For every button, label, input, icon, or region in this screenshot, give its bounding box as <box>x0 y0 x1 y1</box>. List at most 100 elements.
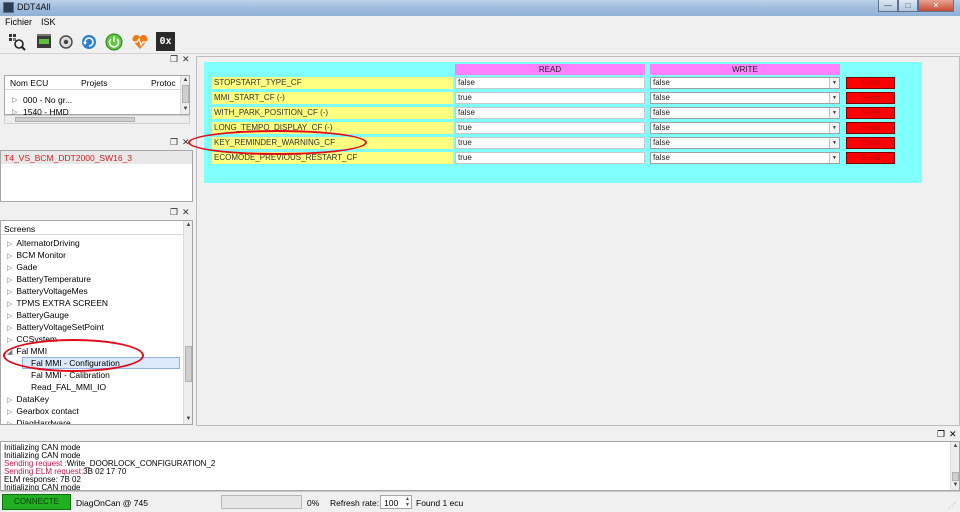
scroll-thumb[interactable] <box>182 85 189 103</box>
heartbeat-button[interactable] <box>130 32 149 51</box>
chevron-down-icon[interactable]: ▼ <box>829 138 839 148</box>
expand-icon[interactable]: ▷ <box>7 421 12 424</box>
tree-item[interactable]: ▷ Gearbox contact <box>7 406 79 418</box>
send-button[interactable]: Send <box>846 122 895 134</box>
ecu-row[interactable]: ▷ 000 - No gr... <box>5 95 189 107</box>
scroll-up-icon[interactable]: ▲ <box>184 221 192 230</box>
tree-item[interactable]: ▷ Gade <box>7 262 37 274</box>
tree-item[interactable]: ▷ TPMS EXTRA SCREEN <box>7 298 108 310</box>
tree-item-label: BatteryVoltageMes <box>16 286 88 296</box>
float-icon[interactable]: ❐ <box>937 429 945 440</box>
menu-fichier[interactable]: Fichier <box>5 17 32 27</box>
refresh-rate-spinbox[interactable]: 100 ▲ ▼ <box>380 495 412 509</box>
expand-icon[interactable]: ▷ <box>7 313 12 320</box>
tree-item[interactable]: ▷ DiagHardware <box>7 418 71 424</box>
write-select[interactable]: false ▼ <box>650 137 840 149</box>
close-icon[interactable]: ✕ <box>182 54 190 65</box>
tree-item[interactable]: ▷ BatteryVoltageSetPoint <box>7 322 104 334</box>
project-list: T4_VS_BCM_DDT2000_SW16_3 <box>0 150 193 202</box>
write-select[interactable]: false ▼ <box>650 152 840 164</box>
ecu-scrollbar[interactable]: ▲ ▼ <box>180 76 189 114</box>
chevron-down-icon[interactable]: ▼ <box>829 123 839 133</box>
close-icon[interactable]: ✕ <box>949 429 957 440</box>
expand-icon[interactable]: ▷ <box>7 397 12 404</box>
tree-item[interactable]: ▷ BatteryTemperature <box>7 274 91 286</box>
tree-item[interactable]: ▷ CCSystem <box>7 334 57 346</box>
write-select[interactable]: false ▼ <box>650 122 840 134</box>
write-select[interactable]: false ▼ <box>650 107 840 119</box>
float-icon[interactable]: ❐ <box>170 207 178 218</box>
write-select[interactable]: false ▼ <box>650 92 840 104</box>
expand-icon[interactable]: ▷ <box>7 301 12 308</box>
col-projets[interactable]: Projets <box>81 78 107 88</box>
resize-grip-icon[interactable]: ⋰ <box>948 501 956 510</box>
read-value: true <box>455 137 645 149</box>
tree-item[interactable]: Fal MMI - Configuration <box>31 358 120 370</box>
send-button[interactable]: Send <box>846 137 895 149</box>
expand-icon[interactable]: ▷ <box>12 108 17 115</box>
diagnostic-button[interactable] <box>56 32 75 51</box>
menu-isk[interactable]: ISK <box>41 17 56 27</box>
scroll-down-icon[interactable]: ▼ <box>184 415 192 424</box>
float-icon[interactable]: ❐ <box>170 137 178 148</box>
connect-button[interactable] <box>104 32 123 51</box>
col-nom-ecu[interactable]: Nom ECU <box>10 78 48 88</box>
expand-icon[interactable]: ▷ <box>12 96 17 104</box>
param-label: MMI_START_CF (-) <box>212 92 453 104</box>
tree-item[interactable]: Read_FAL_MMI_IO <box>31 382 106 394</box>
tree-item[interactable]: ▷ DataKey <box>7 394 49 406</box>
expand-icon[interactable]: ▷ <box>7 289 12 296</box>
scan-search-button[interactable] <box>7 32 26 51</box>
minimize-button[interactable]: — <box>878 0 898 12</box>
tree-item[interactable]: ▷ BatteryVoltageMes <box>7 286 88 298</box>
log-scrollbar[interactable]: ▲ ▼ <box>950 442 959 490</box>
chevron-down-icon[interactable]: ▼ <box>829 153 839 163</box>
tree-item[interactable]: Fal MMI - Calibration <box>31 370 110 382</box>
param-label: ECOMODE_PREVIOUS_RESTART_CF <box>212 152 453 164</box>
send-button[interactable]: Send <box>846 152 895 164</box>
send-button[interactable]: Send <box>846 77 895 89</box>
refresh-button[interactable] <box>79 32 98 51</box>
collapse-icon[interactable]: ◢ <box>7 349 12 356</box>
expand-icon[interactable]: ▷ <box>7 277 12 284</box>
send-button[interactable]: Send <box>846 92 895 104</box>
send-button[interactable]: Send <box>846 107 895 119</box>
hscroll-thumb[interactable] <box>15 117 135 122</box>
expand-icon[interactable]: ▷ <box>7 253 12 260</box>
scroll-up-icon[interactable]: ▲ <box>181 76 190 85</box>
expand-icon[interactable]: ▷ <box>7 325 12 332</box>
expand-icon[interactable]: ▷ <box>7 241 12 248</box>
hex-mode-button[interactable]: 0x <box>156 32 175 51</box>
ecu-hscrollbar[interactable] <box>4 115 190 124</box>
scroll-down-icon[interactable]: ▼ <box>951 481 959 490</box>
tree-item-label: TPMS EXTRA SCREEN <box>16 298 109 308</box>
close-icon[interactable]: ✕ <box>182 137 190 148</box>
status-bar: CONNECTE DiagOnCan @ 745 0% Refresh rate… <box>0 491 960 512</box>
maximize-button[interactable]: □ <box>898 0 918 12</box>
spin-arrows-icon[interactable]: ▲ ▼ <box>405 496 410 508</box>
chevron-down-icon[interactable]: ▼ <box>829 78 839 88</box>
expand-icon[interactable]: ▷ <box>7 337 12 344</box>
scroll-down-icon[interactable]: ▼ <box>181 105 190 114</box>
tree-item[interactable]: ▷ BCM Monitor <box>7 250 66 262</box>
ecu-button[interactable] <box>34 32 53 51</box>
screens-scrollbar[interactable]: ▲ ▼ <box>183 221 192 424</box>
scroll-thumb[interactable] <box>185 346 192 382</box>
close-button[interactable]: ✕ <box>918 0 954 12</box>
ecu-row[interactable]: ▷ 1540 - HMD <box>5 107 189 115</box>
write-select[interactable]: false ▼ <box>650 77 840 89</box>
expand-icon[interactable]: ▷ <box>7 409 12 416</box>
float-icon[interactable]: ❐ <box>170 54 178 65</box>
scroll-thumb[interactable] <box>952 472 959 481</box>
log-dock: ❐ ✕ ▲ ▼ Initializing CAN mode Initializin… <box>0 428 960 491</box>
scroll-up-icon[interactable]: ▲ <box>951 442 959 451</box>
chevron-down-icon[interactable]: ▼ <box>829 108 839 118</box>
expand-icon[interactable]: ▷ <box>7 265 12 272</box>
tree-item[interactable]: ▷ AlternatorDriving <box>7 238 80 250</box>
close-icon[interactable]: ✕ <box>182 207 190 218</box>
project-item[interactable]: T4_VS_BCM_DDT2000_SW16_3 <box>4 153 132 163</box>
ecu-row-label: 1540 - HMD <box>23 107 69 115</box>
col-protocol[interactable]: Protoc <box>151 78 176 88</box>
tree-item[interactable]: ▷ BatteryGauge <box>7 310 69 322</box>
chevron-down-icon[interactable]: ▼ <box>829 93 839 103</box>
